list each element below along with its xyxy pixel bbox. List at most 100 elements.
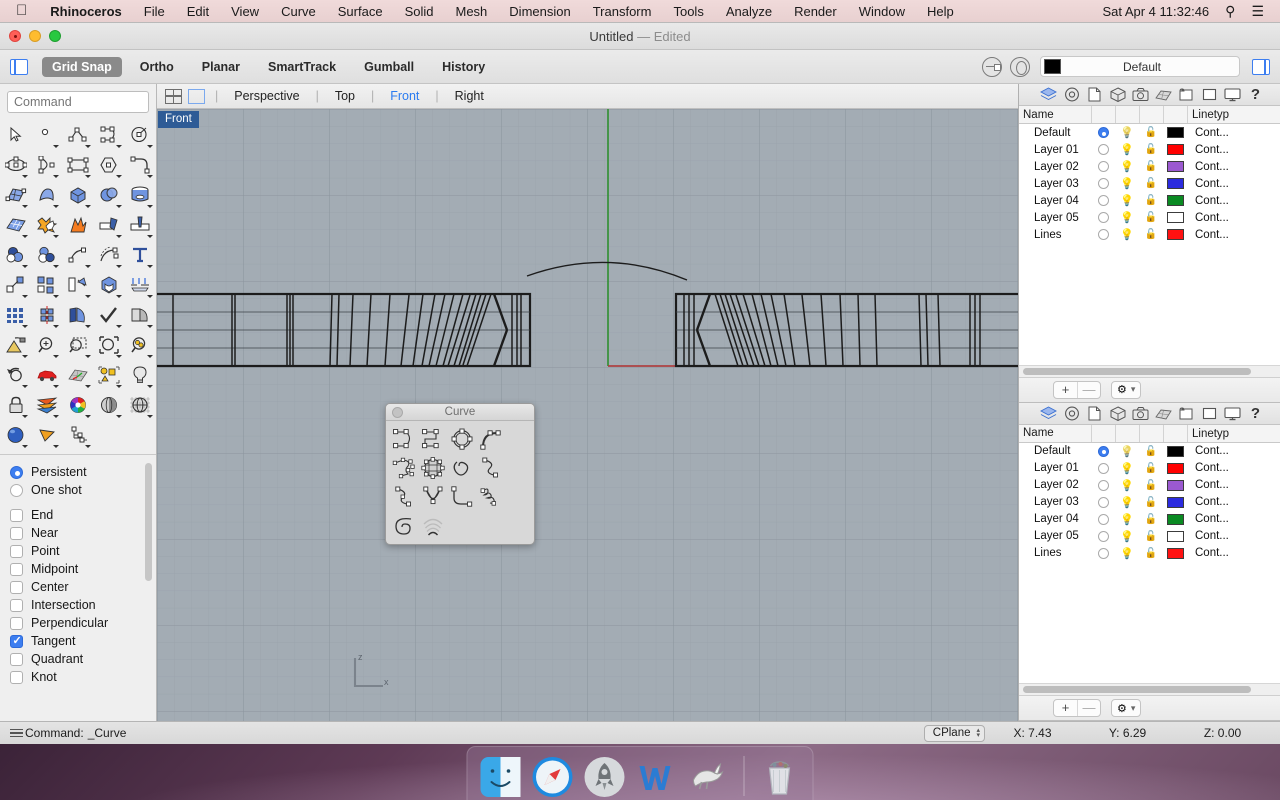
color-swatch[interactable]: [1166, 462, 1184, 474]
unlock-icon[interactable]: 🔓: [1145, 446, 1157, 457]
layer-linetype[interactable]: Cont...: [1187, 144, 1280, 156]
layer-lock-toggle[interactable]: 🔓: [1139, 463, 1163, 474]
scrollbar-thumb[interactable]: [1023, 686, 1251, 693]
rectangle-tool-icon[interactable]: [62, 150, 93, 180]
layer-visibility-toggle[interactable]: 💡: [1115, 462, 1139, 475]
layer-lock-toggle[interactable]: 🔓: [1139, 195, 1163, 206]
explode-tool-icon[interactable]: [62, 210, 93, 240]
layers-icon[interactable]: [1037, 85, 1060, 105]
light-tool-icon[interactable]: [125, 360, 156, 390]
tangent-checkbox[interactable]: [10, 634, 23, 648]
unlock-icon[interactable]: 🔓: [1145, 229, 1157, 240]
color-swatch[interactable]: [1166, 496, 1184, 508]
cylinder-tool-icon[interactable]: [125, 180, 156, 210]
surface-from-points-icon[interactable]: [0, 180, 31, 210]
layer-color-cell[interactable]: [1163, 212, 1187, 223]
osnap-center[interactable]: Center: [10, 578, 156, 596]
layer-visibility-toggle[interactable]: 💡: [1115, 530, 1139, 543]
display-mode-icon[interactable]: [31, 390, 62, 420]
cplane-tool-icon[interactable]: [62, 360, 93, 390]
close-button[interactable]: [9, 30, 21, 42]
table-row[interactable]: Lines 💡 🔓 Cont...: [1019, 545, 1280, 562]
layer-current-toggle[interactable]: [1091, 547, 1115, 559]
layer-visibility-toggle[interactable]: 💡: [1115, 479, 1139, 492]
color-swatch[interactable]: [1166, 445, 1184, 457]
layer-visibility-toggle[interactable]: 💡: [1115, 496, 1139, 509]
layer-linetype[interactable]: Cont...: [1187, 547, 1280, 559]
camera-icon[interactable]: [1129, 403, 1152, 423]
add-remove-layer-buttons[interactable]: + —: [1053, 380, 1101, 399]
layer-options-button[interactable]: ⚙ ▾: [1111, 380, 1142, 399]
tab-top[interactable]: Top: [321, 89, 369, 103]
layer-current-toggle[interactable]: [1091, 212, 1115, 223]
named-views-icon[interactable]: [1198, 403, 1221, 423]
monitor-icon[interactable]: [1221, 85, 1244, 105]
color-swatch[interactable]: [1166, 513, 1184, 525]
layer-lock-toggle[interactable]: 🔓: [1139, 514, 1163, 525]
layer-lock-toggle[interactable]: 🔓: [1139, 178, 1163, 189]
control-point-curve-icon[interactable]: [389, 424, 418, 453]
layer-color-cell[interactable]: [1163, 195, 1187, 206]
unlock-icon[interactable]: 🔓: [1145, 178, 1157, 189]
current-layer-radio[interactable]: [1097, 127, 1109, 138]
lightbulb-icon[interactable]: 💡: [1120, 445, 1134, 458]
sketch-curve-icon[interactable]: [389, 453, 418, 482]
lightbulb-icon[interactable]: 💡: [1120, 547, 1134, 560]
layer-current-toggle[interactable]: [1091, 229, 1115, 240]
menu-item-tools[interactable]: Tools: [662, 4, 714, 19]
menu-item-dimension[interactable]: Dimension: [498, 4, 581, 19]
layer-linetype[interactable]: Cont...: [1187, 479, 1280, 491]
toggle-ortho[interactable]: Ortho: [130, 57, 184, 77]
menu-item-curve[interactable]: Curve: [270, 4, 327, 19]
table-row[interactable]: Layer 04 💡 🔓 Cont...: [1019, 192, 1280, 209]
near-checkbox[interactable]: [10, 526, 23, 540]
layer-visibility-toggle[interactable]: 💡: [1115, 143, 1139, 156]
unlock-icon[interactable]: 🔓: [1145, 548, 1157, 559]
curve-loop-icon[interactable]: [447, 453, 476, 482]
layer-color-cell[interactable]: [1163, 229, 1187, 240]
object-snap-icon[interactable]: [982, 56, 1002, 77]
layer-panel-hscrollbar-bottom[interactable]: [1019, 683, 1280, 695]
lightbulb-icon[interactable]: 💡: [1120, 211, 1134, 224]
layer-color-cell[interactable]: [1163, 496, 1187, 508]
color-swatch[interactable]: [1166, 212, 1184, 223]
layer-visibility-toggle[interactable]: 💡: [1115, 211, 1139, 224]
layer-current-toggle[interactable]: [1091, 195, 1115, 206]
quadrant-checkbox[interactable]: [10, 652, 23, 666]
toggle-planar[interactable]: Planar: [192, 57, 250, 77]
zoom-previous-icon[interactable]: [0, 360, 31, 390]
arc-tool-icon[interactable]: [31, 150, 62, 180]
table-row[interactable]: Layer 01 💡 🔓 Cont...: [1019, 141, 1280, 158]
table-row[interactable]: Layer 02 💡 🔓 Cont...: [1019, 158, 1280, 175]
finder-icon[interactable]: [480, 756, 522, 798]
menu-item-help[interactable]: Help: [916, 4, 965, 19]
remove-layer-button[interactable]: —: [1077, 700, 1100, 716]
wireframe-tool-icon[interactable]: [125, 390, 156, 420]
named-view-icon[interactable]: [31, 420, 62, 450]
layer-linetype[interactable]: Cont...: [1187, 212, 1280, 224]
color-swatch[interactable]: [1166, 479, 1184, 491]
search-icon[interactable]: ⚲: [1217, 3, 1243, 20]
unlock-icon[interactable]: 🔓: [1145, 497, 1157, 508]
hamburger-icon[interactable]: [10, 727, 23, 740]
object-icon[interactable]: [1106, 403, 1129, 423]
unlock-icon[interactable]: 🔓: [1145, 127, 1157, 138]
helix-icon[interactable]: [476, 482, 505, 511]
osnap-tangent[interactable]: Tangent: [10, 632, 156, 650]
lightbulb-icon[interactable]: 💡: [1120, 530, 1134, 543]
word-icon[interactable]: [636, 756, 678, 798]
array-tool-icon[interactable]: [0, 300, 31, 330]
unlock-icon[interactable]: 🔓: [1145, 212, 1157, 223]
unlock-icon[interactable]: 🔓: [1145, 531, 1157, 542]
current-layer-radio[interactable]: [1097, 144, 1109, 155]
center-checkbox[interactable]: [10, 580, 23, 594]
rhinoceros-icon[interactable]: [688, 756, 730, 798]
polygon-tool-icon[interactable]: [94, 150, 125, 180]
toggle-smarttrack[interactable]: SmartTrack: [258, 57, 346, 77]
extend-curve-icon[interactable]: [62, 240, 93, 270]
viewport-front[interactable]: Front z x: [157, 109, 1018, 721]
layer-linetype[interactable]: Cont...: [1187, 496, 1280, 508]
layer-linetype[interactable]: Cont...: [1187, 127, 1280, 139]
layer-linetype[interactable]: Cont...: [1187, 462, 1280, 474]
menu-item-edit[interactable]: Edit: [176, 4, 220, 19]
